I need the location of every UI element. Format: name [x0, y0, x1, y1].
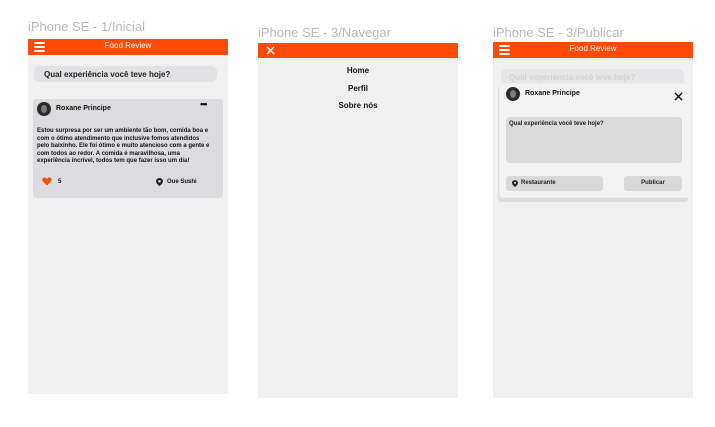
frame-title-publicar: iPhone SE - 3/Publicar	[493, 25, 624, 40]
composer-input[interactable]: Qual experiência você teve hoje?	[34, 66, 217, 82]
menu-item-home[interactable]: Home	[258, 66, 458, 75]
composer-input: Qual experiência você teve hoje?	[501, 69, 684, 85]
restaurant-label: Restaurante	[521, 180, 556, 186]
close-icon[interactable]	[674, 92, 683, 101]
experience-placeholder: Qual experiência você teve hoje?	[509, 121, 604, 127]
restaurant-select[interactable]: Restaurante	[506, 176, 603, 191]
menu-item-sobre[interactable]: Sobre nós	[258, 101, 458, 110]
frame-inicial: Food Review Qual experiência você teve h…	[28, 39, 228, 394]
app-title: Food Review	[104, 41, 152, 50]
location-pin-icon	[156, 178, 163, 186]
composer-placeholder: Qual experiência você teve hoje?	[509, 73, 636, 82]
frame-publicar: Food Review Qual experiência você teve h…	[493, 42, 693, 398]
frame-title-inicial: iPhone SE - 1/Inicial	[28, 19, 146, 34]
avatar	[506, 87, 520, 101]
place-link[interactable]: Oue Sushi	[167, 179, 197, 185]
experience-textarea[interactable]: Qual experiência você teve hoje?	[506, 117, 682, 163]
more-dots-icon[interactable]: •••	[200, 99, 208, 109]
post-text-line: Estou surpresa por ser um ambiente tão b…	[37, 128, 209, 134]
close-icon[interactable]	[266, 46, 275, 55]
post-text: Estou surpresa por ser um ambiente tão b…	[37, 128, 223, 166]
top-app-bar	[258, 43, 458, 58]
top-app-bar: Food Review	[493, 42, 693, 58]
post-username[interactable]: Roxane Principe	[56, 105, 111, 112]
publish-modal: Roxane Principe Qual experiência você te…	[500, 84, 690, 197]
location-pin-icon	[512, 180, 518, 187]
publish-label: Publicar	[641, 180, 665, 186]
post-text-line: com todos ao redor. A comida é maravilho…	[37, 150, 180, 157]
modal-username: Roxane Principe	[525, 90, 580, 97]
post-card: Roxane Principe ••• Estou surpresa por s…	[33, 99, 223, 198]
menu-item-perfil[interactable]: Perfil	[258, 84, 458, 93]
publish-button[interactable]: Publicar	[624, 176, 682, 191]
avatar[interactable]	[37, 102, 51, 116]
like-count: 5	[58, 179, 62, 185]
heart-icon[interactable]	[42, 177, 52, 186]
frame-title-navegar: iPhone SE - 3/Navegar	[258, 25, 391, 40]
post-text-line: pelo baixinho. Ele foi ótimo e muito ate…	[37, 143, 210, 150]
post-text-line: com o ótimo atendimento que inclusive fo…	[37, 135, 200, 142]
frame-navegar: Home Perfil Sobre nós	[258, 43, 458, 398]
composer-placeholder: Qual experiência você teve hoje?	[44, 70, 171, 79]
post-text-line: experiência incrível, todos tem que faze…	[37, 158, 190, 165]
top-app-bar: Food Review	[28, 39, 228, 55]
app-title: Food Review	[569, 44, 617, 53]
